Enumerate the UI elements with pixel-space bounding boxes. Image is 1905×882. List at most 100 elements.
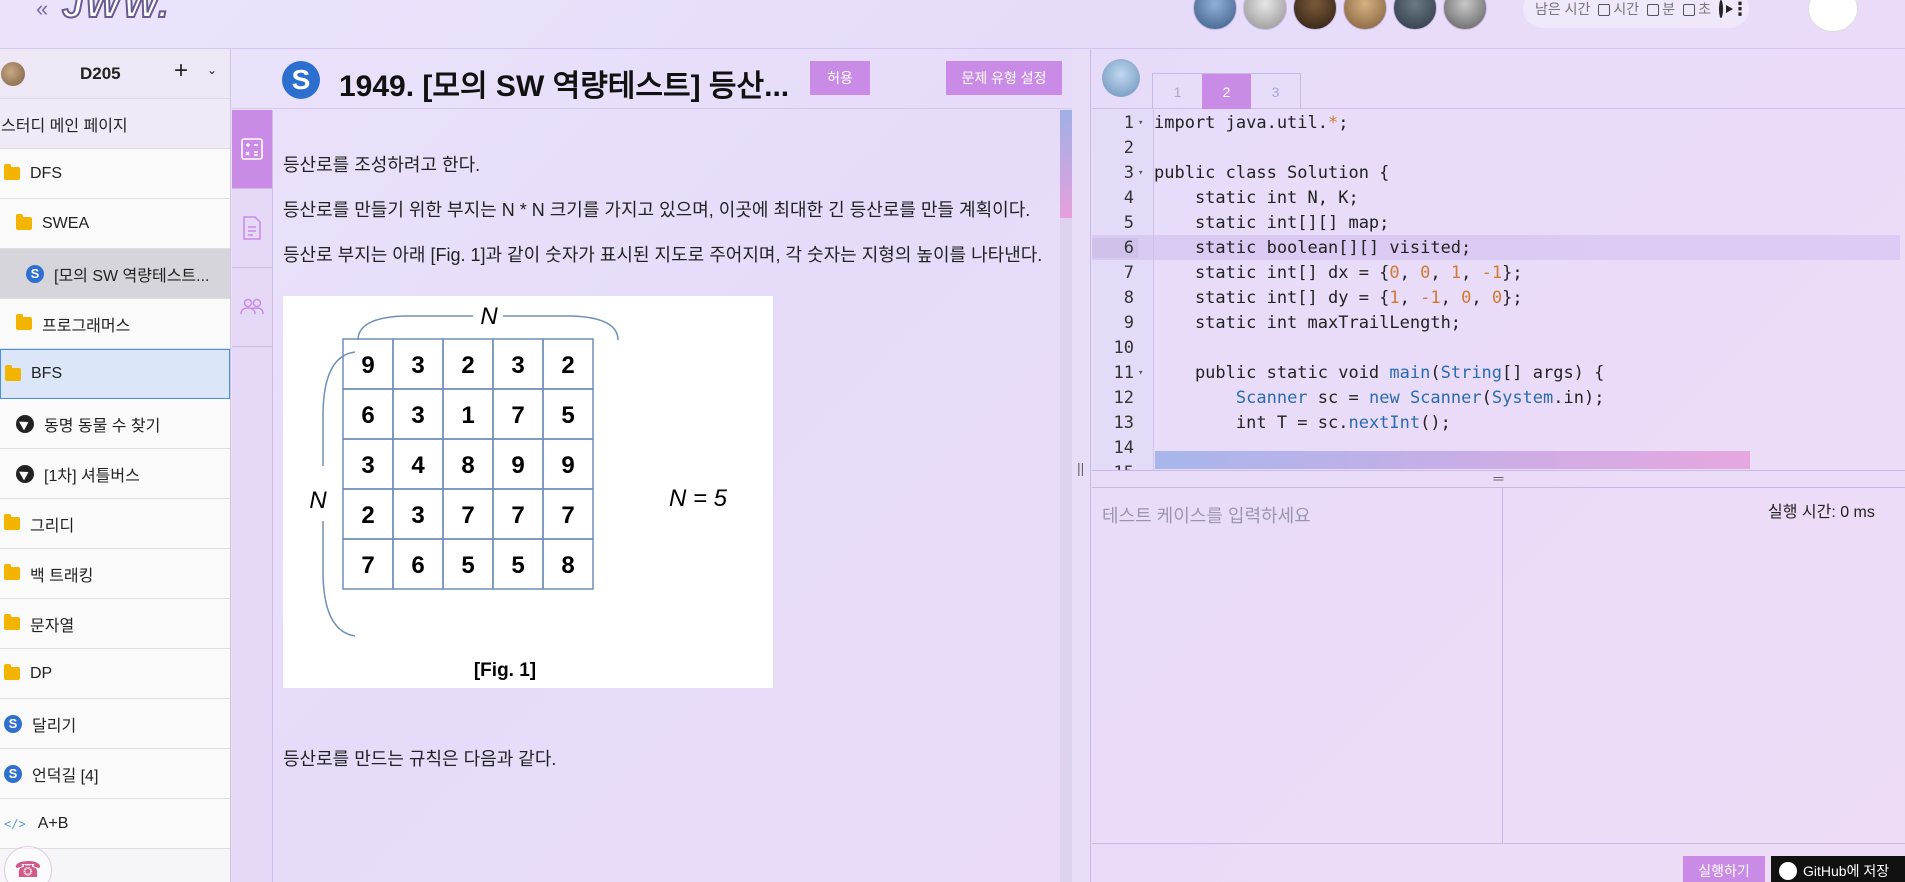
sidebar-item[interactable]: DFS — [0, 149, 230, 199]
code-line[interactable]: 7 static int[] dx = {0, 0, 1, -1}; — [1092, 260, 1900, 285]
line-number: 9 — [1123, 312, 1134, 333]
sidebar-item[interactable]: S 달리기 — [0, 699, 230, 749]
timer-hour[interactable]: 시간 — [1598, 0, 1639, 19]
editor-tab-3[interactable]: 3 — [1251, 74, 1300, 109]
problem-scrollbar[interactable] — [1060, 110, 1072, 882]
code-editor[interactable]: 1 ▾ import java.util.*; 2 3 ▾ public class Sol… — [1092, 110, 1900, 470]
code-line[interactable]: 9 static int maxTrailLength; — [1092, 310, 1900, 335]
grid-value: 7 — [561, 502, 574, 529]
sidebar-item[interactable]: 동명 동물 수 찾기 — [0, 399, 230, 449]
grid-value: 2 — [361, 502, 374, 529]
sidebar: D205 + ⌄ 스터디 메인 페이지 DFS SWEA S [모의 SW 역량테스트… — [0, 49, 231, 882]
study-avatar[interactable] — [1, 62, 25, 86]
sidebar-item[interactable]: </> A+B — [0, 799, 230, 849]
side-tabs — [232, 110, 273, 882]
grid-value: 9 — [561, 452, 574, 479]
allow-button[interactable]: 허용 — [810, 61, 870, 95]
sidebar-item[interactable]: SWEA — [0, 199, 230, 249]
github-save-button[interactable]: GitHub에 저장 — [1771, 856, 1905, 882]
code-line[interactable]: 2 — [1092, 135, 1900, 160]
code-line[interactable]: 8 static int[] dy = {1, -1, 0, 0}; — [1092, 285, 1900, 310]
code-text: static int maxTrailLength; — [1154, 312, 1462, 333]
avatar[interactable] — [1293, 0, 1337, 30]
my-avatar[interactable] — [1808, 0, 1858, 32]
more-icon[interactable]: ⋮ — [1731, 0, 1749, 20]
edit-icon — [1598, 4, 1611, 17]
code-line[interactable]: 11 ▾ public static void main(String[] arg… — [1092, 360, 1900, 385]
folder-icon — [5, 364, 21, 381]
code-text: public static void main(String[] args) { — [1154, 362, 1605, 383]
editor-header: 1 2 3 — [1092, 49, 1905, 109]
sidebar-item[interactable]: S [모의 SW 역량테스트... — [0, 249, 230, 299]
runtime-label: 실행 시간: 0 ms — [1768, 504, 1875, 521]
grid-value: 3 — [411, 352, 424, 379]
code-text: static boolean[][] visited; — [1154, 237, 1472, 258]
problem-scroll-thumb[interactable] — [1060, 110, 1072, 218]
sidebar-item[interactable]: 프로그래머스 — [0, 299, 230, 349]
splitter-grip-icon[interactable]: || — [1077, 460, 1084, 476]
back-icon[interactable]: « — [36, 0, 48, 22]
sidebar-item-main-page[interactable]: 스터디 메인 페이지 — [0, 99, 230, 149]
grid-value: 6 — [411, 552, 424, 579]
sidebar-item[interactable]: [1차] 셔틀버스 — [0, 449, 230, 499]
test-input-area[interactable]: 테스트 케이스를 입력하세요 — [1092, 488, 1503, 844]
avatar[interactable] — [1443, 0, 1487, 30]
problem-type-button[interactable]: 문제 유형 설정 — [946, 61, 1062, 95]
sidebar-item-label: DP — [30, 664, 53, 682]
timer-sec[interactable]: 초 — [1683, 0, 1711, 19]
code-text: Scanner sc = new Scanner(System.in); — [1235, 387, 1605, 408]
logo[interactable]: JWW. — [61, 0, 171, 27]
code-line[interactable]: 13 int T = sc.nextInt(); — [1092, 410, 1900, 435]
sidebar-item[interactable]: S 언덕길 [4] — [0, 749, 230, 799]
editor-tab-2[interactable]: 2 — [1202, 74, 1251, 109]
folder-icon — [4, 564, 20, 580]
sidebar-item-label: BFS — [31, 365, 63, 382]
code-text: static int[] dx = {0, 0, 1, -1}; — [1154, 262, 1523, 283]
code-lines: 1 ▾ import java.util.*; 2 3 ▾ public class Sol… — [1092, 110, 1900, 470]
editor-tab-1[interactable]: 1 — [1153, 74, 1202, 109]
chevron-down-icon[interactable]: ⌄ — [207, 63, 217, 77]
run-button[interactable]: 실행하기 — [1683, 856, 1765, 882]
editor-user-avatar[interactable] — [1102, 59, 1140, 97]
sidebar-item[interactable]: 그리디 — [0, 499, 230, 549]
grid-value: 5 — [461, 552, 474, 579]
code-line[interactable]: 6 static boolean[][] visited; — [1092, 235, 1900, 260]
code-text: int T = sc.nextInt(); — [1154, 412, 1451, 433]
grid-value: 3 — [361, 452, 374, 479]
figure-right-label: N = 5 — [669, 485, 728, 512]
add-icon[interactable]: + — [174, 57, 188, 85]
swea-icon: S — [4, 714, 22, 733]
sidebar-item[interactable]: BFS — [0, 349, 230, 399]
sidebar-item[interactable]: DP — [0, 649, 230, 699]
line-number: 5 — [1123, 212, 1134, 233]
avatar[interactable] — [1343, 0, 1387, 30]
play-icon[interactable] — [1718, 0, 1733, 18]
fold-icon[interactable]: ▾ — [1138, 168, 1150, 178]
code-line[interactable]: 3 ▾ public class Solution { — [1092, 160, 1900, 185]
sidebar-item[interactable]: 문자열 — [0, 599, 230, 649]
code-text: static int N, K; — [1154, 187, 1359, 208]
code-line[interactable]: 12 Scanner sc = new Scanner(System.in); — [1092, 385, 1900, 410]
tab-document[interactable] — [232, 189, 272, 268]
code-line[interactable]: 4 static int N, K; — [1092, 185, 1900, 210]
avatar[interactable] — [1243, 0, 1287, 30]
fold-icon[interactable]: ▾ — [1138, 118, 1150, 128]
avatar[interactable] — [1393, 0, 1437, 30]
timer-min[interactable]: 분 — [1647, 0, 1675, 19]
sidebar-item-label: A+B — [37, 814, 69, 832]
sidebar-item-label: 달리기 — [32, 717, 77, 735]
code-line[interactable]: 10 — [1092, 335, 1900, 360]
sidebar-item[interactable]: 백 트래킹 — [0, 549, 230, 599]
fold-icon[interactable]: ▾ — [1138, 368, 1150, 378]
editor-splitter[interactable]: ═ — [1092, 470, 1905, 488]
figure-top-label: N — [480, 303, 498, 330]
code-line[interactable]: 5 static int[][] map; — [1092, 210, 1900, 235]
phone-icon[interactable]: ☎ — [4, 846, 52, 882]
editor-horizontal-scrollbar[interactable] — [1155, 451, 1750, 469]
avatar[interactable] — [1193, 0, 1237, 30]
tab-members[interactable] — [232, 268, 272, 347]
code-line[interactable]: 1 ▾ import java.util.*; — [1092, 110, 1900, 135]
tab-calculator[interactable] — [232, 110, 272, 189]
line-number: 2 — [1123, 137, 1134, 158]
figure-grid: N N N = 5 9 3 2 3 2 6 3 1 7 5 3 4 8 9 9 2 3 7 7 7 7 6 5 5 8 [Fig… — [309, 303, 728, 681]
